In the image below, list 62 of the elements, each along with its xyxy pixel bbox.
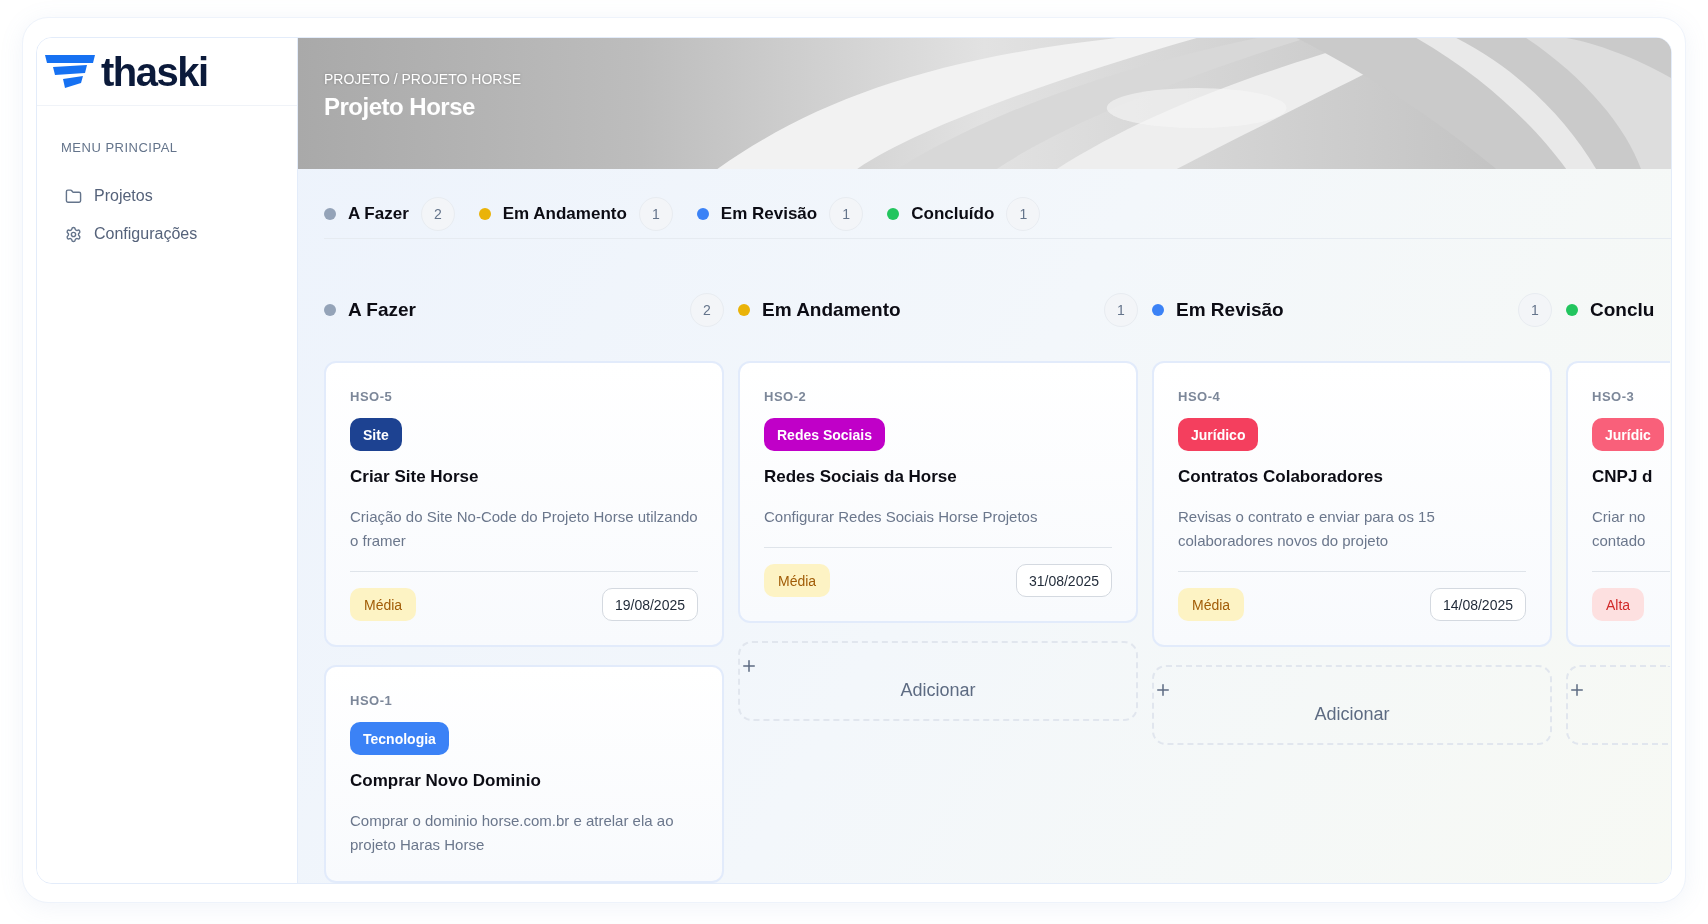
- priority-tag: Alta: [1592, 588, 1645, 621]
- status-label: A Fazer: [348, 203, 409, 224]
- category-tag: Redes Sociais: [764, 418, 885, 451]
- settings-icon: [65, 225, 82, 243]
- task-card[interactable]: HSO-3 Jurídic CNPJ d Criar no contado Alta: [1566, 361, 1670, 647]
- task-title: Redes Sociais da Horse: [764, 467, 957, 487]
- column-title: Conclu: [1590, 299, 1656, 321]
- priority-tag: Média: [1178, 588, 1245, 621]
- task-description: Configurar Redes Sociais Horse Projetos: [764, 507, 1038, 527]
- task-description: Comprar o dominio horse.com.br e atrelar ela ao projeto Haras Horse: [350, 811, 675, 855]
- priority-tag: Média: [764, 564, 831, 597]
- due-date: 14/08/2025: [1429, 588, 1526, 621]
- folder-icon: [65, 187, 82, 205]
- task-title: Comprar Novo Dominio: [350, 771, 541, 791]
- task-card[interactable]: HSO-5 Site Criar Site Horse Criação do Site No-Code do Projeto Horse utilzando o framer Média 19/08/2025: [324, 361, 724, 647]
- logo-icon: [45, 54, 97, 89]
- status-label: Em Andamento: [502, 203, 627, 224]
- task-card[interactable]: HSO-4 Jurídico Contratos Colaboradores Revisas o contrato e enviar para os 15 colaboradores novos do projeto Média 14/08/2025: [1152, 361, 1552, 647]
- count-badge: 1: [1006, 196, 1041, 231]
- task-title: CNPJ d: [1592, 467, 1653, 487]
- status-label: Concluído: [911, 203, 995, 224]
- task-id: HSO-3: [1592, 389, 1635, 404]
- task-description: Criação do Site No-Code do Projeto Horse utilzando o framer: [350, 507, 698, 551]
- category-tag: Tecnologia: [350, 722, 449, 755]
- due-date: 31/08/2025: [1015, 564, 1112, 597]
- plus-icon: [1568, 681, 1586, 699]
- due-date: 19/08/2025: [601, 588, 698, 621]
- task-description: Criar no contado: [1592, 507, 1647, 551]
- task-id: HSO-1: [350, 693, 393, 708]
- section-title: MENU PRINCIPAL: [61, 140, 179, 155]
- column-title: Em Revisão: [1176, 299, 1285, 321]
- add-button[interactable]: Adicionar: [1152, 665, 1552, 745]
- category-tag: Site: [350, 418, 402, 451]
- plus-icon: [740, 657, 758, 675]
- count-badge: 2: [420, 196, 455, 231]
- task-title: Contratos Colaboradores: [1178, 467, 1383, 487]
- category-tag: Jurídic: [1592, 418, 1664, 451]
- plus-icon: [1154, 681, 1172, 699]
- task-id: HSO-5: [350, 389, 393, 404]
- task-title: Criar Site Horse: [350, 467, 479, 487]
- priority-tag: Média: [350, 588, 417, 621]
- count-badge: 1: [638, 196, 673, 231]
- logo-text: thaski: [101, 51, 208, 92]
- page-title: Projeto Horse: [324, 93, 476, 121]
- status-label: Em Revisão: [720, 203, 818, 224]
- column-title: Em Andamento: [762, 299, 902, 321]
- category-tag: Jurídico: [1178, 418, 1259, 451]
- add-button[interactable]: [1566, 665, 1670, 745]
- count-badge: 1: [1104, 293, 1138, 327]
- task-description: Revisas o contrato e enviar para os 15 colaboradores novos do projeto: [1178, 507, 1436, 551]
- count-badge: 2: [690, 293, 724, 327]
- task-id: HSO-4: [1178, 389, 1221, 404]
- task-card[interactable]: HSO-2 Redes Sociais Redes Sociais da Horse Configurar Redes Sociais Horse Projetos Média 31/08/2025: [738, 361, 1138, 623]
- task-card[interactable]: HSO-1 Tecnologia Comprar Novo Dominio Comprar o dominio horse.com.br e atrelar ela ao projeto Haras Horse: [324, 665, 724, 883]
- count-badge: 1: [829, 196, 864, 231]
- breadcrumb: PROJETO / PROJETO HORSE: [324, 71, 523, 87]
- task-id: HSO-2: [764, 389, 807, 404]
- add-button[interactable]: Adicionar: [738, 641, 1138, 721]
- sidebar-item[interactable]: Projetos: [61, 177, 273, 215]
- count-badge: 1: [1518, 293, 1552, 327]
- sidebar-item[interactable]: Configurações: [61, 215, 273, 253]
- column-title: A Fazer: [348, 299, 417, 321]
